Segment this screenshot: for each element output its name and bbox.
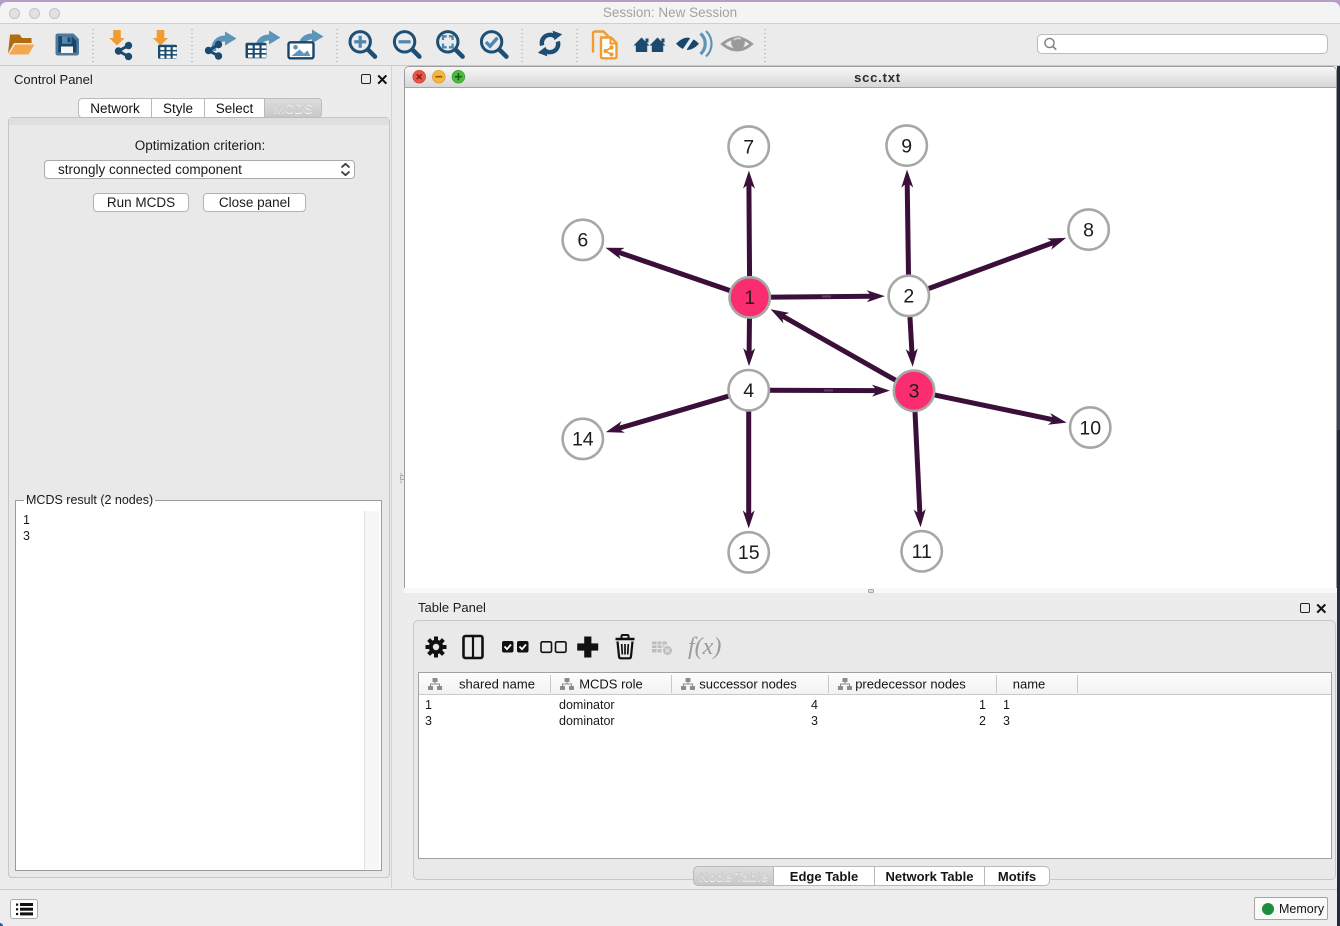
svg-text:8: 8 — [1083, 219, 1094, 241]
svg-text:predecessor nodes: predecessor nodes — [855, 677, 966, 692]
svg-text:15: 15 — [738, 542, 760, 564]
svg-text:f(x): f(x) — [688, 634, 721, 660]
svg-text:shared name: shared name — [459, 677, 535, 692]
svg-text:14: 14 — [572, 429, 594, 451]
svg-text:2: 2 — [903, 286, 914, 308]
svg-text:6: 6 — [577, 230, 588, 252]
svg-text:4: 4 — [743, 380, 754, 402]
svg-text:name: name — [1013, 677, 1046, 692]
svg-text:11: 11 — [912, 541, 932, 563]
svg-text:10: 10 — [1079, 417, 1101, 439]
svg-text:7: 7 — [743, 136, 754, 158]
svg-text:3: 3 — [909, 381, 920, 403]
svg-text:MCDS role: MCDS role — [579, 677, 643, 692]
svg-text:9: 9 — [901, 135, 912, 157]
svg-text:1: 1 — [744, 287, 755, 309]
svg-text:successor nodes: successor nodes — [699, 677, 797, 692]
